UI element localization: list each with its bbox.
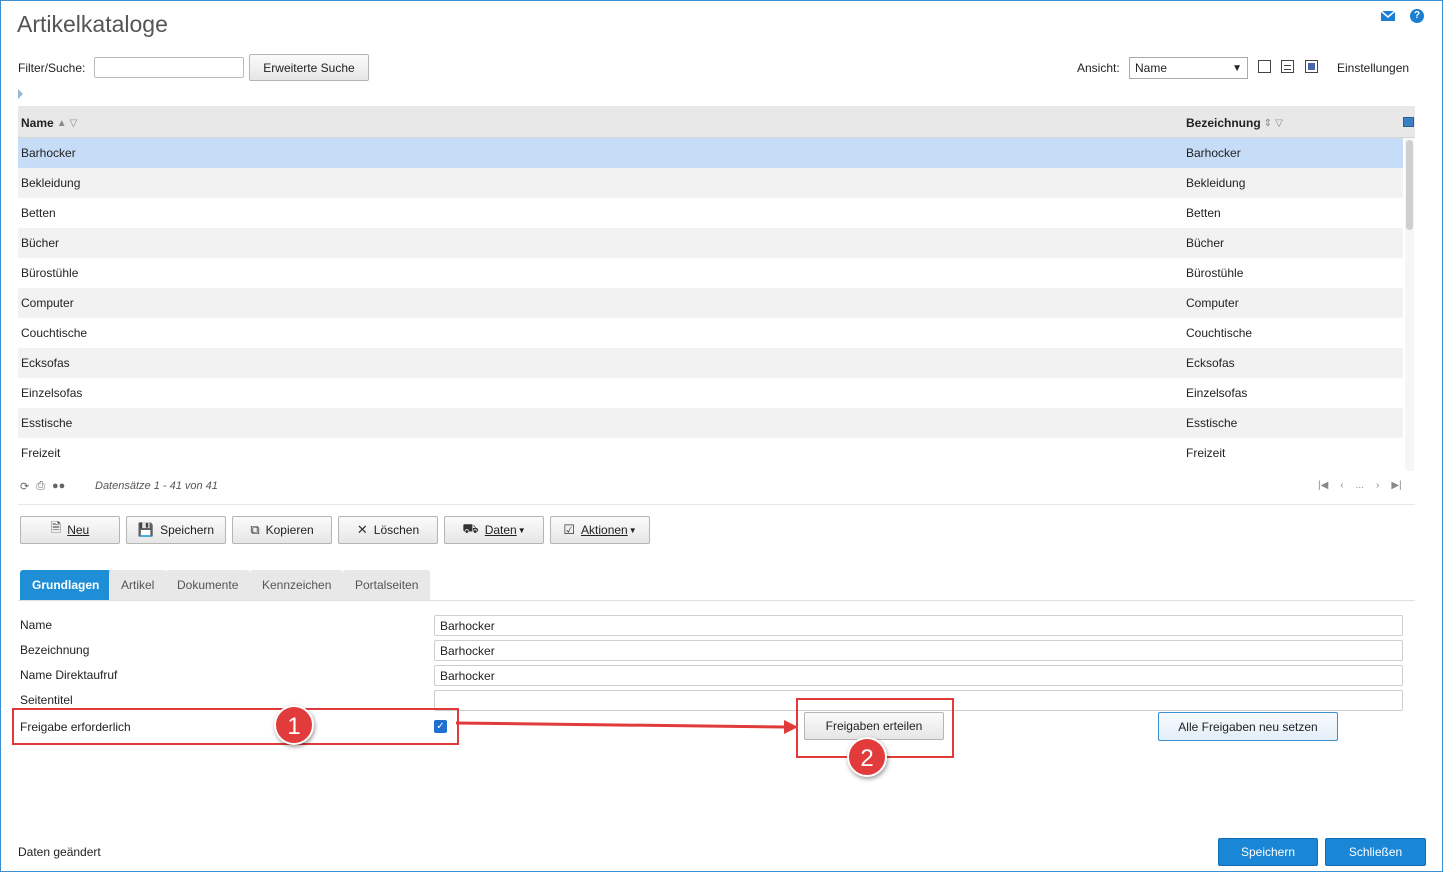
last-page-icon[interactable]: ▶|	[1391, 480, 1401, 491]
page-ellipsis: ...	[1355, 480, 1364, 491]
record-count: Datensätze 1 - 41 von 41	[95, 480, 218, 492]
catalog-grid: Name ▲ ▽ Bezeichnung ⇕ ▽ Barhocker Barhoc…	[18, 106, 1415, 471]
filter-funnel-icon[interactable]: ▽	[1275, 118, 1283, 129]
seitentitel-label: Seitentitel	[20, 693, 73, 707]
annotation-marker-1: 1	[274, 705, 314, 745]
bezeichnung-field[interactable]: Barhocker	[434, 640, 1403, 661]
table-row[interactable]: Esstische Esstische	[18, 408, 1403, 438]
table-row[interactable]: Freizeit Freizeit	[18, 438, 1403, 468]
reset-approvals-button[interactable]: Alle Freigaben neu setzen	[1158, 712, 1338, 741]
new-button[interactable]: 🗎 Neu	[20, 516, 120, 544]
annotation-arrow	[456, 720, 798, 734]
tab-artikel[interactable]: Artikel	[109, 570, 167, 600]
table-row[interactable]: Bürostühle Bürostühle	[18, 258, 1403, 288]
filter-funnel-icon[interactable]: ▽	[70, 118, 78, 129]
name-field[interactable]: Barhocker	[434, 615, 1403, 636]
view-full-icon[interactable]	[1305, 60, 1318, 73]
filter-input[interactable]	[94, 57, 244, 78]
footer-save-button[interactable]: Speichern	[1218, 838, 1318, 866]
table-row[interactable]: Couchtische Couchtische	[18, 318, 1403, 348]
grid-footer: ⟳ ⎙ ●● Datensätze 1 - 41 von 41 |◀ ‹ ...…	[18, 477, 1415, 505]
annotation-marker-2: 2	[847, 737, 887, 777]
delete-button[interactable]: ✕ Löschen	[338, 516, 438, 544]
column-header-bezeichnung[interactable]: Bezeichnung ⇕ ▽	[1186, 116, 1283, 130]
actions-menu-button[interactable]: ☑ Aktionen ▼	[550, 516, 650, 544]
table-row[interactable]: Ecksofas Ecksofas	[18, 348, 1403, 378]
column-header-name[interactable]: Name ▲ ▽	[21, 116, 77, 130]
grid-rows: Barhocker Barhocker Bekleidung Bekleidung …	[18, 138, 1403, 468]
expand-arrow-icon[interactable]	[18, 89, 23, 99]
status-text: Daten geändert	[18, 845, 101, 859]
column-picker-icon[interactable]	[1403, 117, 1414, 127]
tab-dokumente[interactable]: Dokumente	[165, 570, 251, 600]
floppy-icon: 💾	[137, 522, 155, 537]
tab-grundlagen[interactable]: Grundlagen	[20, 570, 112, 600]
help-icon[interactable]: ?	[1410, 9, 1426, 25]
table-row[interactable]: Bücher Bücher	[18, 228, 1403, 258]
refresh-icon[interactable]: ⟳	[20, 480, 29, 493]
sort-asc-icon[interactable]: ▲	[57, 118, 67, 129]
view-label: Ansicht:	[1077, 61, 1120, 75]
table-row[interactable]: Einzelsofas Einzelsofas	[18, 378, 1403, 408]
table-row[interactable]: Barhocker Barhocker	[18, 138, 1403, 168]
print-icon[interactable]: ⎙	[36, 480, 45, 493]
footer-close-button[interactable]: Schließen	[1325, 838, 1426, 866]
settings-link[interactable]: Einstellungen	[1337, 61, 1409, 75]
view-select-value: Name	[1135, 61, 1168, 75]
name-label: Name	[20, 618, 53, 632]
filter-label: Filter/Suche:	[18, 61, 86, 75]
table-row[interactable]: Computer Computer	[18, 288, 1403, 318]
table-row[interactable]: Betten Betten	[18, 198, 1403, 228]
copy-icon: ⧉	[250, 522, 260, 537]
table-row[interactable]: Bekleidung Bekleidung	[18, 168, 1403, 198]
advanced-search-button[interactable]: Erweiterte Suche	[249, 54, 369, 81]
grid-header: Name ▲ ▽ Bezeichnung ⇕ ▽	[18, 106, 1415, 138]
checklist-icon: ☑	[563, 522, 576, 537]
direktaufruf-label: Name Direktaufruf	[20, 668, 118, 682]
delete-x-icon: ✕	[356, 522, 368, 537]
tab-portalseiten[interactable]: Portalseiten	[343, 570, 431, 600]
link-icon[interactable]: ●●	[52, 480, 65, 493]
grid-scrollbar[interactable]	[1405, 138, 1414, 471]
bezeichnung-label: Bezeichnung	[20, 643, 90, 657]
first-page-icon[interactable]: |◀	[1318, 480, 1328, 491]
view-split-icon[interactable]	[1281, 60, 1294, 73]
caret-down-icon: ▼	[517, 525, 526, 535]
copy-button[interactable]: ⧉ Kopieren	[232, 516, 332, 544]
truck-icon: ⛟	[462, 521, 479, 536]
tab-kennzeichen[interactable]: Kennzeichen	[250, 570, 344, 600]
chevron-down-icon: ▼	[1232, 62, 1242, 74]
page-title: Artikelkataloge	[17, 11, 168, 37]
view-single-icon[interactable]	[1258, 60, 1271, 73]
view-select[interactable]: Name ▼	[1129, 57, 1248, 79]
new-document-icon: 🗎	[50, 520, 62, 535]
sort-icon[interactable]: ⇕	[1264, 118, 1272, 129]
mail-icon[interactable]	[1380, 9, 1396, 25]
app-window: Artikelkataloge ? Filter/Suche: Erweiter…	[0, 0, 1443, 872]
tab-divider	[18, 600, 1415, 601]
direktaufruf-field[interactable]: Barhocker	[434, 665, 1403, 686]
data-menu-button[interactable]: ⛟ Daten ▼	[444, 516, 544, 544]
scroll-thumb[interactable]	[1406, 140, 1413, 230]
prev-page-icon[interactable]: ‹	[1340, 480, 1343, 491]
caret-down-icon: ▼	[628, 525, 637, 535]
next-page-icon[interactable]: ›	[1376, 480, 1379, 491]
annotation-box-1	[12, 708, 459, 745]
save-button[interactable]: 💾 Speichern	[126, 516, 226, 544]
